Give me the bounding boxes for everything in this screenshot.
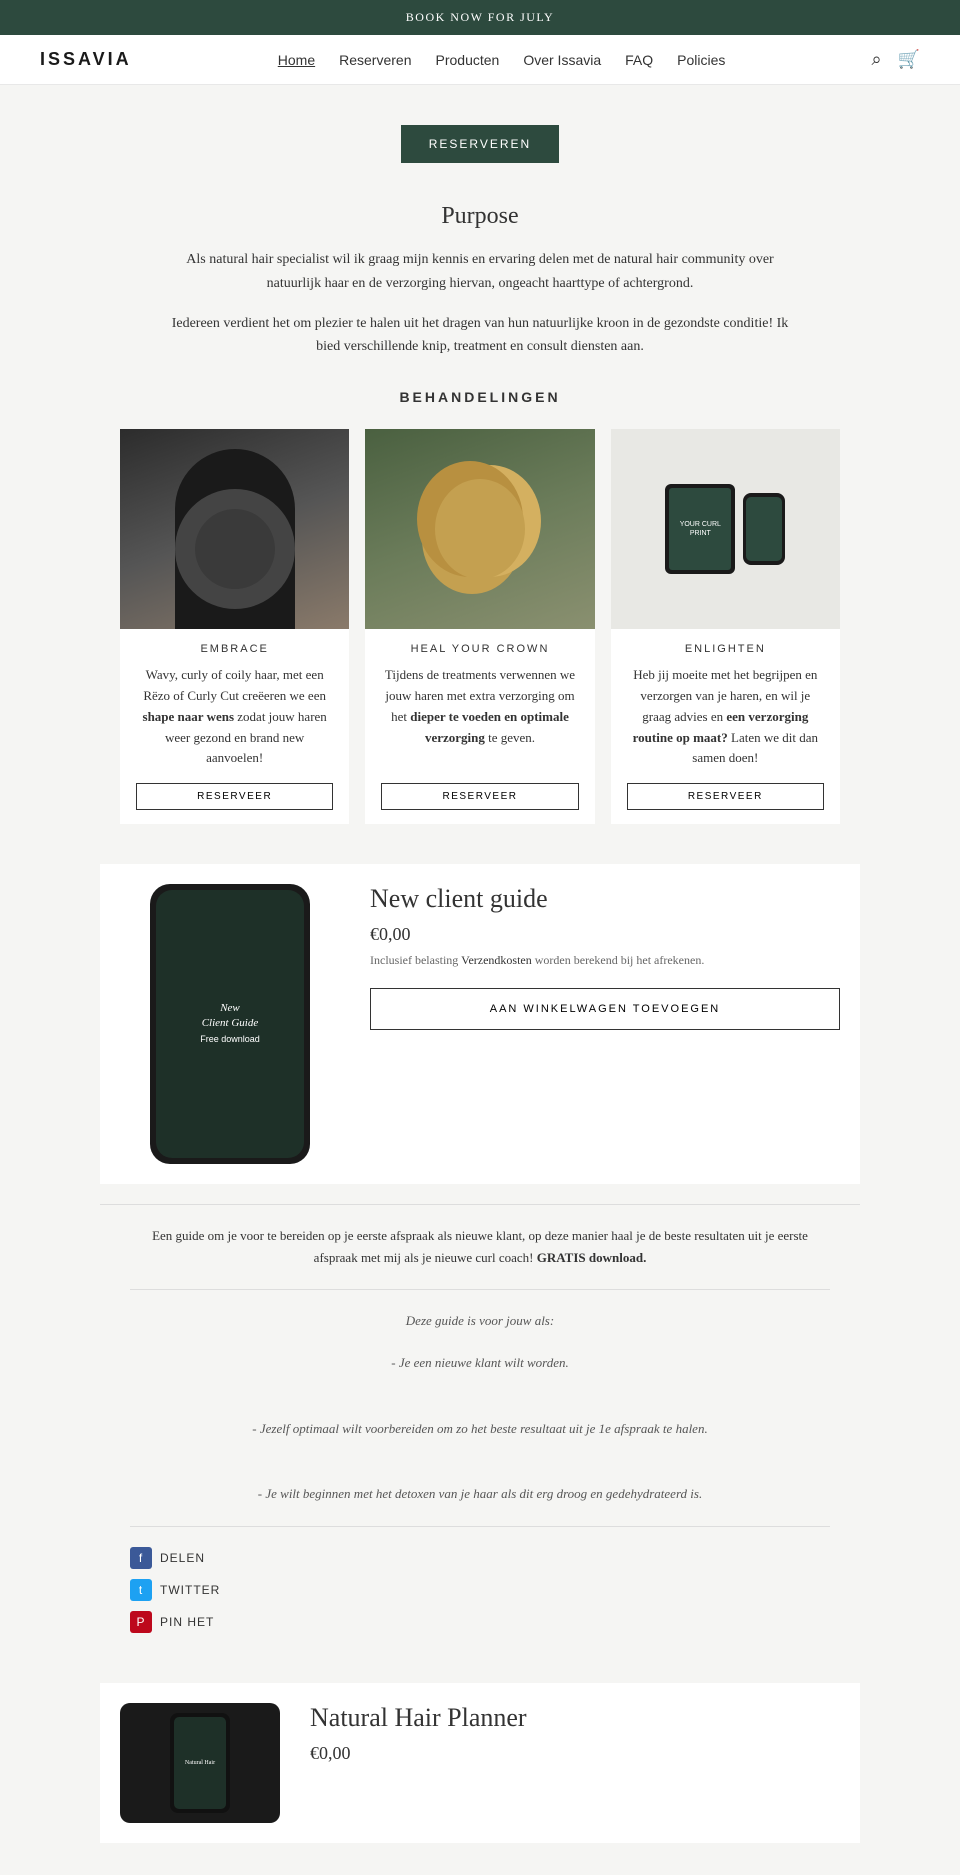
product1-section: NewClient Guide Free download New client… — [100, 864, 860, 1184]
embrace-text: Wavy, curly of coily haar, met een Rëzo … — [136, 665, 333, 769]
divider1 — [130, 1289, 830, 1290]
product1-phone-screen: NewClient Guide Free download — [156, 890, 304, 1158]
heal-reserveer-button[interactable]: RESERVEER — [381, 783, 578, 810]
twitter-label: TWITTER — [160, 1583, 220, 1597]
divider2 — [130, 1526, 830, 1527]
product1-phone-mock: NewClient Guide Free download — [150, 884, 310, 1164]
behandelingen-section: BEHANDELINGEN EMBRACE Wavy, curly of coi… — [100, 389, 860, 824]
product1-phone-label: NewClient Guide Free download — [200, 1001, 260, 1047]
cards-grid: EMBRACE Wavy, curly of coily haar, met e… — [120, 429, 840, 824]
enlighten-title: ENLIGHTEN — [627, 643, 824, 655]
nav-policies[interactable]: Policies — [677, 52, 725, 68]
product1-image-col: NewClient Guide Free download — [120, 884, 340, 1164]
facebook-label: DELEN — [160, 1551, 205, 1565]
enlighten-image: YOUR CURL PRINT — [611, 429, 840, 629]
hero-reserveren-button[interactable]: RESERVEREN — [401, 125, 559, 163]
embrace-reserveer-button[interactable]: RESERVEER — [136, 783, 333, 810]
phone-mock — [743, 493, 785, 565]
nav-links: Home Reserveren Producten Over Issavia F… — [278, 52, 726, 68]
add-to-cart-button[interactable]: AAN WINKELWAGEN TOEVOEGEN — [370, 988, 840, 1030]
pinterest-icon: P — [130, 1611, 152, 1633]
heal-text: Tijdens de treatments verwennen we jouw … — [381, 665, 578, 769]
product2-price: €0,00 — [310, 1743, 840, 1764]
heal-image — [365, 429, 594, 629]
hero-section: RESERVEREN — [0, 85, 960, 173]
banner-text: BOOK NOW FOR JULY — [406, 10, 554, 24]
nav-over[interactable]: Over Issavia — [523, 52, 601, 68]
card-embrace: EMBRACE Wavy, curly of coily haar, met e… — [120, 429, 349, 824]
twitter-icon: t — [130, 1579, 152, 1601]
embrace-title: EMBRACE — [136, 643, 333, 655]
enlighten-reserveer-button[interactable]: RESERVEER — [627, 783, 824, 810]
product1-desc-main: Een guide om je voor te bereiden op je e… — [130, 1225, 830, 1269]
product1-tax: Inclusief belasting Verzendkosten worden… — [370, 953, 840, 968]
behandelingen-heading: BEHANDELINGEN — [120, 389, 840, 405]
facebook-share-button[interactable]: f DELEN — [130, 1547, 830, 1569]
nav-right: ⌕ 🛒 — [871, 49, 920, 70]
pinterest-label: PIN HET — [160, 1615, 214, 1629]
nav-home[interactable]: Home — [278, 52, 315, 68]
twitter-share-button[interactable]: t TWITTER — [130, 1579, 830, 1601]
facebook-icon: f — [130, 1547, 152, 1569]
tablet-screen: YOUR CURL PRINT — [669, 488, 731, 570]
nav-faq[interactable]: FAQ — [625, 52, 653, 68]
purpose-heading: Purpose — [160, 203, 800, 230]
search-icon[interactable]: ⌕ — [871, 49, 881, 70]
product2-title: Natural Hair Planner — [310, 1703, 840, 1733]
cart-icon[interactable]: 🛒 — [898, 49, 920, 70]
product1-title: New client guide — [370, 884, 840, 914]
card-body-enlighten: ENLIGHTEN Heb jij moeite met het begrijp… — [611, 629, 840, 824]
pinterest-share-button[interactable]: P PIN HET — [130, 1611, 830, 1633]
top-banner: BOOK NOW FOR JULY — [0, 0, 960, 35]
nav-producten[interactable]: Producten — [436, 52, 500, 68]
product1-description: Een guide om je voor te bereiden op je e… — [100, 1204, 860, 1662]
enlighten-text: Heb jij moeite met het begrijpen en verz… — [627, 665, 824, 769]
embrace-image — [120, 429, 349, 629]
purpose-section: Purpose Als natural hair specialist wil … — [130, 203, 830, 359]
product2-section: Natural Hair Natural Hair Planner €0,00 — [100, 1683, 860, 1843]
product1-verzendkosten-link[interactable]: Verzendkosten — [461, 953, 532, 967]
card-body-embrace: EMBRACE Wavy, curly of coily haar, met e… — [120, 629, 349, 824]
share-section: f DELEN t TWITTER P PIN HET — [130, 1547, 830, 1633]
heal-title: HEAL YOUR CROWN — [381, 643, 578, 655]
main-nav: ISSAVIA Home Reserveren Producten Over I… — [0, 35, 960, 85]
tablet-mock: YOUR CURL PRINT — [665, 484, 735, 574]
product2-image: Natural Hair — [120, 1703, 280, 1823]
phone-screen — [746, 497, 782, 561]
product2-info: Natural Hair Planner €0,00 — [310, 1703, 840, 1772]
product1-list: Deze guide is voor jouw als: - Je een ni… — [130, 1310, 830, 1505]
card-enlighten: YOUR CURL PRINT ENLIGHTEN Heb jij moeite… — [611, 429, 840, 824]
nav-reserveren[interactable]: Reserveren — [339, 52, 411, 68]
logo[interactable]: ISSAVIA — [40, 49, 132, 70]
purpose-paragraph-2: Iedereen verdient het om plezier te hale… — [160, 312, 800, 360]
card-heal: HEAL YOUR CROWN Tijdens de treatments ve… — [365, 429, 594, 824]
product1-price: €0,00 — [370, 924, 840, 945]
purpose-paragraph-1: Als natural hair specialist wil ik graag… — [160, 248, 800, 296]
product1-info: New client guide €0,00 Inclusief belasti… — [370, 884, 840, 1050]
card-body-heal: HEAL YOUR CROWN Tijdens de treatments ve… — [365, 629, 594, 824]
